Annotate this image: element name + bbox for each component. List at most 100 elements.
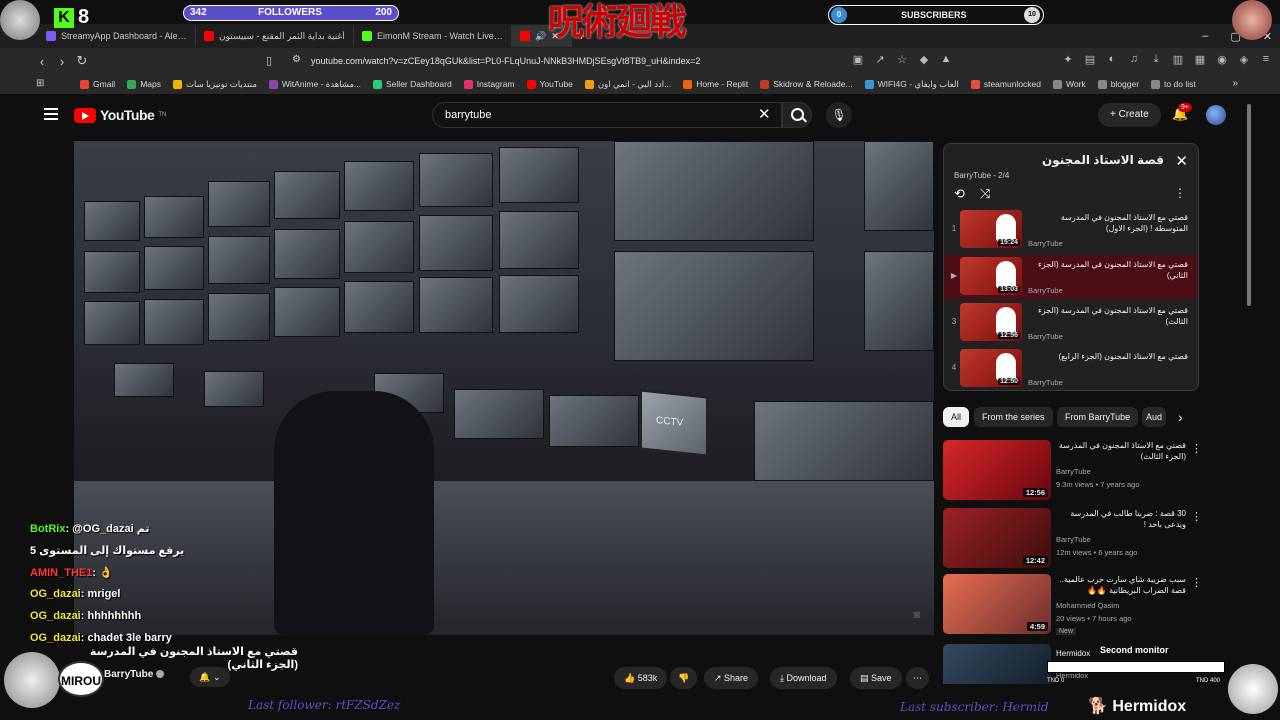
more-bookmarks-icon[interactable]: »	[1232, 78, 1238, 89]
download-icon[interactable]: ⤓	[1150, 53, 1162, 66]
more-actions-button[interactable]: ⋯	[906, 667, 929, 689]
bookmark-item[interactable]: Gmail	[80, 79, 115, 89]
chat-text: : @OG_dazai تم	[65, 523, 150, 535]
chat-username: BotRix	[30, 523, 66, 535]
wallet-icon[interactable]: ▦	[1194, 53, 1206, 66]
gmail-icon	[80, 79, 89, 89]
share-button[interactable]: ↗ Share	[704, 667, 759, 689]
extension-icon[interactable]: ▲	[940, 53, 952, 66]
playlist-thumbnail: 13:03	[960, 257, 1022, 295]
extension-icon[interactable]: ▤	[1084, 53, 1096, 66]
search-button[interactable]	[782, 102, 812, 128]
anime-character-avatar	[0, 0, 40, 40]
playlist-index: 1	[951, 224, 957, 233]
duration-label: 12:50	[998, 378, 1020, 385]
share-icon[interactable]: ↗	[874, 53, 886, 66]
youtube-wordmark: YouTube	[100, 107, 155, 123]
recommendation-more-icon[interactable]: ⋮	[1191, 510, 1202, 523]
cctv-monitor-wall	[74, 141, 934, 501]
streamer-brand: 🐕 Hermidox	[1088, 698, 1187, 715]
speaker-icon[interactable]: 🔊	[535, 31, 546, 42]
create-button[interactable]: + Create	[1098, 103, 1161, 127]
account-avatar[interactable]	[1206, 105, 1226, 125]
playlist-item[interactable]: 3 12:56 قصتي مع الاستاذ المجنون في المدر…	[944, 301, 1198, 345]
forward-icon[interactable]: ›	[52, 54, 72, 69]
bookmark-item[interactable]: ادد البي - انمي اون...	[584, 79, 671, 90]
tab-title: أغنية بداية الثمر المقنع - سبيستون	[219, 30, 345, 41]
channel-name[interactable]: BarryTube	[104, 669, 165, 680]
sidebar-icon[interactable]: ▥	[1172, 53, 1184, 66]
duration-label: 12:56	[1022, 488, 1048, 497]
shield-icon[interactable]: ◈	[1238, 53, 1250, 66]
search-input[interactable]: barrytube	[432, 102, 782, 128]
bookmark-item[interactable]: steamunlocked	[970, 79, 1041, 89]
cctv-monitor: CCTV	[640, 389, 708, 457]
apps-grid-icon[interactable]: ⊞	[36, 78, 44, 89]
extension-icon[interactable]: ◐	[1106, 53, 1118, 66]
chip-from-channel[interactable]: From BarryTube	[1057, 407, 1139, 427]
bookmark-item[interactable]: منتديات تونيزيا سات	[173, 79, 257, 90]
bookmark-folder[interactable]: blogger	[1097, 79, 1139, 89]
loop-icon[interactable]: ⟲	[954, 186, 965, 202]
bookmark-label: Home - Replit	[696, 79, 749, 89]
bookmark-item[interactable]: Seller Dashboard	[373, 79, 452, 89]
vpn-icon[interactable]: ◉	[1216, 53, 1228, 66]
close-playlist-icon[interactable]: ✕	[1175, 152, 1188, 170]
voice-search-button[interactable]: 🎙	[826, 102, 852, 128]
chat-text: : 👌	[92, 567, 113, 579]
playlist-item[interactable]: 4 12:50 قصتي مع الاستاذ المجنون (الجزء ا…	[944, 347, 1198, 390]
bookmark-item[interactable]: Skidrow & Reloade...	[760, 79, 853, 89]
playlist-item[interactable]: 1 15:24 قصتي مع الاستاذ المجنون في المدر…	[944, 208, 1198, 252]
puzzle-icon[interactable]: ✦	[1062, 53, 1074, 66]
screenshot-icon[interactable]: ▣	[852, 53, 864, 66]
chips-next-icon[interactable]: ›	[1178, 407, 1183, 427]
shuffle-icon[interactable]: ⤨	[980, 186, 990, 202]
menu-icon[interactable]: ≡	[1260, 53, 1272, 66]
chip-from-series[interactable]: From the series	[974, 407, 1053, 427]
bookmark-item[interactable]: YouTube	[526, 79, 573, 89]
like-button[interactable]: 👍 583k	[614, 667, 668, 689]
playlist-more-icon[interactable]: ⋮	[1174, 186, 1186, 200]
youtube-logo[interactable]: YouTube TN	[74, 107, 166, 123]
reload-icon[interactable]: ↻	[72, 53, 92, 69]
playlist-item-title: قصتي مع الاستاذ المجنون (الجزء الرابع)	[1058, 352, 1188, 361]
back-icon[interactable]: ‹	[32, 54, 52, 69]
playlist-index: 3	[951, 317, 957, 326]
channel-watermark-icon[interactable]: ◙	[913, 609, 920, 621]
music-icon[interactable]: ♫	[1128, 53, 1140, 66]
bookmark-item[interactable]: WIFI4G - العاب وايفاي	[864, 79, 959, 90]
bookmark-item[interactable]: Home - Replit	[683, 79, 748, 89]
extension-icon[interactable]: ◆	[918, 53, 930, 66]
bookmark-item[interactable]: WitAnime - مشاهدة...	[268, 79, 361, 90]
save-button[interactable]: ▤ Save	[850, 667, 902, 689]
folder-icon	[1053, 79, 1062, 89]
chip-all[interactable]: All	[943, 407, 970, 427]
bookmark-item[interactable]: Maps	[127, 79, 161, 89]
download-button[interactable]: ⤓ Download	[770, 667, 837, 689]
bookmark-folder[interactable]: to do list	[1151, 79, 1196, 89]
recommendation-item[interactable]: 12:56 قصتي مع الاستاذ المجنون في المدرسة…	[943, 440, 1203, 502]
recommendation-more-icon[interactable]: ⋮	[1191, 442, 1202, 455]
hamburger-menu-icon[interactable]	[44, 108, 58, 120]
bookmark-label: Maps	[140, 79, 161, 89]
subscription-bell-button[interactable]: 🔔 ⌄	[190, 667, 230, 687]
recommendation-item[interactable]: 12:42 30 قصة : ضربنا طالب في المدرسة ويد…	[943, 508, 1203, 570]
browser-tab[interactable]: EimonM Stream - Watch Live on	[354, 25, 512, 47]
playlist-title[interactable]: قصة الاستاذ المجنون	[1042, 153, 1164, 167]
star-icon[interactable]: ☆	[896, 53, 908, 66]
duration-label: 15:24	[998, 239, 1020, 246]
playlist-item-active[interactable]: ▶ 13:03 قصتي مع الاستاذ المجنون في المدر…	[944, 255, 1198, 299]
browser-tab[interactable]: أغنية بداية الثمر المقنع - سبيستون	[196, 25, 354, 47]
chat-message: OG_dazai: hhhhhhhh	[30, 610, 240, 632]
bookmark-folder[interactable]: Work	[1053, 79, 1086, 89]
chip-audio[interactable]: Aud	[1142, 407, 1166, 427]
bookmark-item[interactable]: Instagram	[463, 79, 515, 89]
recommendation-item[interactable]: 4:59 سبب ضريبة شاي سارت حرب عالمية.. قصة…	[943, 574, 1203, 636]
dislike-button[interactable]: 👎	[670, 667, 698, 689]
clear-search-icon[interactable]: ✕	[758, 105, 771, 123]
minimize-button[interactable]: –	[1202, 30, 1208, 42]
scrollbar-thumb[interactable]	[1247, 104, 1251, 306]
bookmark-icon[interactable]: ▯	[266, 54, 272, 67]
recommendation-more-icon[interactable]: ⋮	[1191, 576, 1202, 589]
save-label: Save	[871, 673, 892, 683]
